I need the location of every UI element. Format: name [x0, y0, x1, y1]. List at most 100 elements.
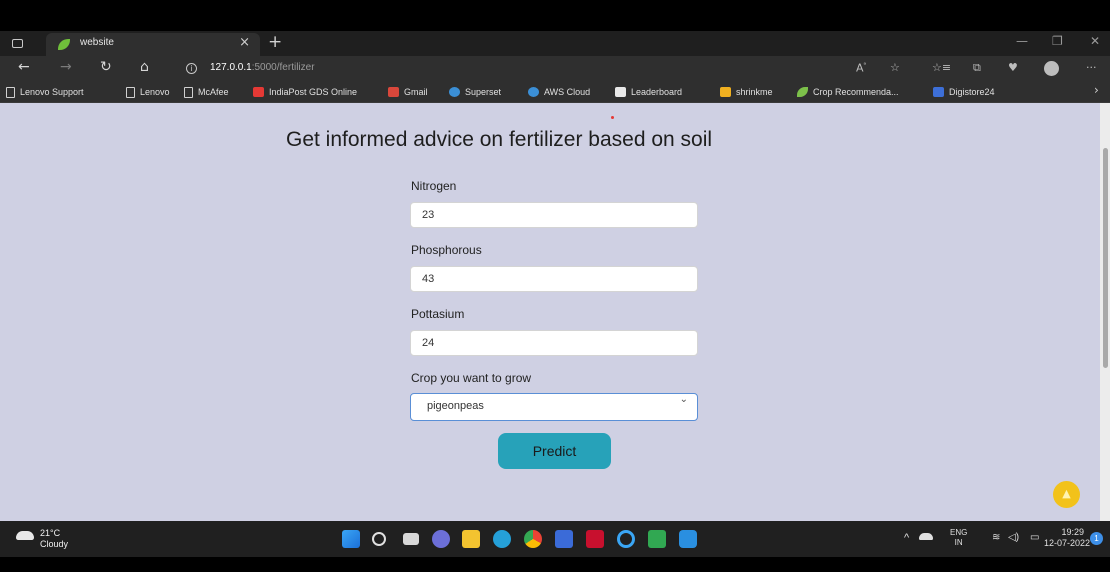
read-aloud-icon[interactable]: Aᵃ	[856, 61, 866, 75]
store-icon[interactable]	[555, 530, 573, 548]
settings-menu-icon[interactable]: ···	[1086, 61, 1097, 74]
language-bottom: IN	[954, 538, 963, 547]
cloud-icon	[16, 531, 34, 540]
minimize-icon[interactable]: —	[1016, 34, 1028, 48]
bookmark-lenovo-support[interactable]: Lenovo Support	[6, 84, 84, 100]
leaf-favicon-icon	[58, 39, 70, 50]
bookmark-label: Crop Recommenda...	[813, 87, 899, 97]
tab-actions-icon[interactable]	[12, 39, 23, 48]
digistore-icon	[933, 87, 944, 97]
page-icon	[126, 86, 135, 98]
scroll-to-top-button[interactable]: ▲	[1053, 481, 1080, 508]
pottasium-input[interactable]: 24	[410, 330, 698, 356]
bookmark-label: McAfee	[198, 87, 229, 97]
bookmark-label: Gmail	[404, 87, 428, 97]
notification-badge[interactable]: 1	[1090, 532, 1103, 545]
indiapost-icon	[253, 87, 264, 97]
refresh-icon[interactable]: ↻	[100, 59, 112, 75]
weather-widget[interactable]: 21°C Cloudy	[40, 528, 68, 550]
bookmark-label: Lenovo Support	[20, 87, 84, 97]
browser-essentials-icon[interactable]: ♥	[1008, 61, 1018, 74]
new-tab-icon[interactable]: +	[268, 32, 282, 52]
bookmark-leaderboard[interactable]: Leaderboard	[615, 84, 682, 100]
profile-avatar[interactable]	[1044, 61, 1059, 76]
window-close-icon[interactable]: ✕	[1090, 34, 1100, 48]
edge-icon[interactable]	[493, 530, 511, 548]
start-icon[interactable]	[342, 530, 360, 548]
chrome-icon[interactable]	[524, 530, 542, 548]
bookmark-label: AWS Cloud	[544, 87, 591, 97]
phosphorous-label: Phosphorous	[411, 243, 482, 257]
bookmark-shrinkme[interactable]: shrinkme	[720, 84, 773, 100]
url-host: 127.0.0.1	[210, 62, 252, 73]
gmail-icon	[388, 87, 399, 97]
tray-cloud-icon	[919, 533, 933, 540]
volume-icon[interactable]: ◁)	[1008, 532, 1019, 543]
favorites-icon[interactable]: ☆≡	[932, 61, 951, 74]
bookmark-aws-cloud[interactable]: AWS Cloud	[528, 84, 590, 100]
address-bar: ← → ↻ ⌂ i 127.0.0.1:5000/fertilizer Aᵃ ☆…	[0, 56, 1110, 81]
nitrogen-input[interactable]: 23	[410, 202, 698, 228]
search-icon[interactable]	[372, 532, 386, 546]
file-explorer-icon[interactable]	[462, 530, 480, 548]
screen-top-border	[0, 0, 1110, 31]
nitrogen-label: Nitrogen	[411, 179, 457, 193]
shrinkme-icon	[720, 87, 731, 97]
date: 12-07-2022	[1044, 538, 1091, 548]
crop-selected-value: pigeonpeas	[427, 400, 484, 412]
add-favorite-icon[interactable]: ☆	[890, 61, 900, 74]
bookmark-crop-recommendation[interactable]: Crop Recommenda...	[797, 84, 899, 100]
site-info-icon[interactable]: i	[186, 63, 197, 74]
time: 19:29	[1061, 527, 1084, 537]
bookmark-superset[interactable]: Superset	[449, 84, 501, 100]
chat-icon[interactable]	[432, 530, 450, 548]
page-title: Get informed advice on fertilizer based …	[286, 128, 713, 151]
tray-expand-icon[interactable]: ^	[904, 532, 909, 544]
bookmark-label: Lenovo	[140, 87, 170, 97]
bookmarks-more-icon[interactable]: ›	[1094, 83, 1099, 97]
bookmark-gmail[interactable]: Gmail	[388, 84, 428, 100]
crop-label: Crop you want to grow	[411, 371, 532, 385]
forward-icon[interactable]: →	[60, 59, 72, 75]
pottasium-label: Pottasium	[411, 307, 465, 321]
bookmark-label: IndiaPost GDS Online	[269, 87, 358, 97]
crop-select[interactable]: pigeonpeas ⌄	[410, 393, 698, 421]
cortana-icon[interactable]	[617, 530, 635, 548]
browser-tab-bar: website × + — ❐ ✕	[0, 31, 1110, 56]
url-path: :5000/fertilizer	[251, 62, 315, 73]
url-field[interactable]: 127.0.0.1:5000/fertilizer	[210, 62, 315, 73]
tab-title: website	[80, 37, 114, 48]
task-view-icon[interactable]	[403, 533, 419, 545]
bookmark-label: shrinkme	[736, 87, 773, 97]
vscode-icon[interactable]	[679, 530, 697, 548]
tab-close-icon[interactable]: ×	[239, 35, 250, 50]
browser-tab[interactable]: website ×	[46, 33, 260, 56]
scrollbar-thumb[interactable]	[1103, 148, 1108, 368]
language-top: ENG	[950, 528, 968, 537]
page-icon	[184, 86, 193, 98]
bookmark-indiapost[interactable]: IndiaPost GDS Online	[253, 84, 357, 100]
weather-condition: Cloudy	[40, 539, 69, 549]
home-icon[interactable]: ⌂	[140, 59, 149, 75]
language-indicator[interactable]: ENG IN	[950, 528, 967, 548]
bookmark-mcafee[interactable]: McAfee	[184, 84, 229, 100]
app-l-icon[interactable]	[648, 530, 666, 548]
mcafee-icon[interactable]	[586, 530, 604, 548]
phosphorous-input[interactable]: 43	[410, 266, 698, 292]
back-icon[interactable]: ←	[18, 59, 30, 75]
collections-icon[interactable]: ⧉	[973, 61, 981, 75]
chevron-down-icon: ⌄	[679, 394, 688, 405]
temperature: 21°C	[40, 528, 61, 538]
bookmark-digistore24[interactable]: Digistore24	[933, 84, 995, 100]
bookmark-label: Digistore24	[949, 87, 995, 97]
bookmarks-bar: Lenovo Support Lenovo McAfee IndiaPost G…	[0, 81, 1110, 103]
restore-icon[interactable]: ❐	[1052, 34, 1063, 48]
battery-icon[interactable]: ▭	[1030, 532, 1039, 543]
predict-button[interactable]: Predict	[498, 433, 611, 469]
windows-taskbar: 21°C Cloudy ^ ENG IN ≋ ◁) ▭ 19:29 12-07-…	[0, 521, 1110, 557]
bookmark-lenovo[interactable]: Lenovo	[126, 84, 170, 100]
leaf-icon	[797, 87, 808, 97]
wifi-icon[interactable]: ≋	[992, 532, 1000, 543]
clock[interactable]: 19:29 12-07-2022	[1044, 527, 1091, 549]
superset-icon	[449, 87, 460, 97]
